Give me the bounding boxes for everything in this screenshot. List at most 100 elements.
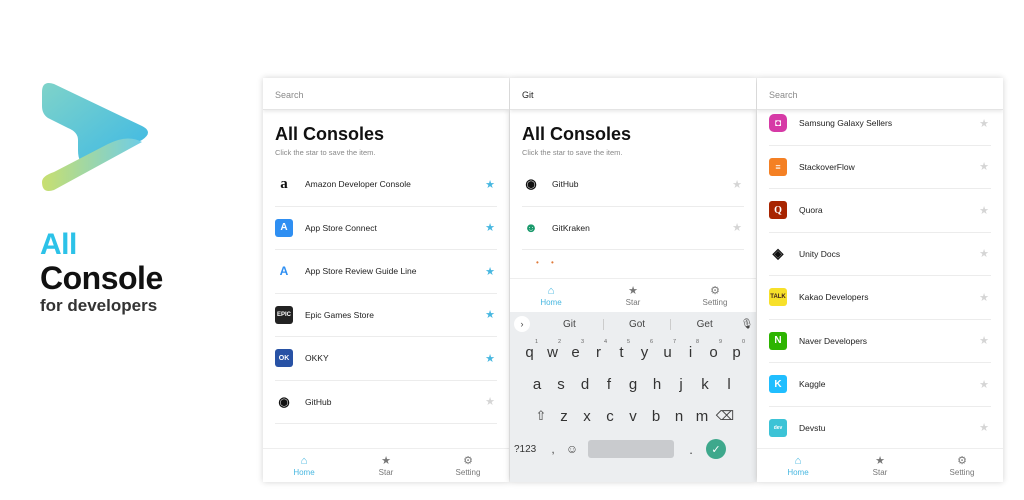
stackoverflow-icon: ≡: [769, 157, 787, 176]
key[interactable]: x: [576, 408, 599, 425]
star-icon[interactable]: ★: [730, 221, 744, 234]
key[interactable]: 5t: [610, 339, 633, 361]
star-icon[interactable]: ★: [977, 421, 991, 434]
tab-star[interactable]: ★ Star: [345, 449, 427, 482]
period-key[interactable]: .: [680, 442, 702, 457]
key[interactable]: z: [553, 408, 576, 425]
key[interactable]: g: [621, 376, 645, 393]
suggestion-word[interactable]: Get: [671, 319, 738, 330]
star-icon[interactable]: ★: [977, 378, 991, 391]
key[interactable]: 6y: [633, 339, 656, 361]
key[interactable]: b: [645, 408, 668, 425]
epic-games-icon: EPIC: [275, 305, 293, 324]
star-icon[interactable]: ★: [483, 178, 497, 191]
star-icon[interactable]: ★: [977, 291, 991, 304]
key[interactable]: a: [525, 376, 549, 393]
list-item[interactable]: K Kaggle ★: [769, 363, 991, 407]
item-name: Amazon Developer Console: [305, 179, 411, 190]
star-icon[interactable]: ★: [483, 221, 497, 234]
key[interactable]: m: [691, 408, 714, 425]
key-label: u: [663, 343, 672, 361]
key[interactable]: v: [622, 408, 645, 425]
backspace-icon[interactable]: ⌫: [714, 408, 737, 424]
tab-label: Home: [787, 467, 809, 477]
key[interactable]: 4r: [587, 339, 610, 361]
key[interactable]: k: [693, 376, 717, 393]
key[interactable]: 2w: [541, 339, 564, 361]
tab-home[interactable]: ⌂ Home: [263, 449, 345, 482]
key[interactable]: n: [668, 408, 691, 425]
key-hint: 3: [580, 338, 584, 345]
key[interactable]: d: [573, 376, 597, 393]
key[interactable]: 8i: [679, 339, 702, 361]
key[interactable]: l: [717, 376, 741, 393]
list-item[interactable]: TALK Kakao Developers ★: [769, 276, 991, 320]
tab-home[interactable]: ⌂ Home: [510, 279, 592, 312]
github-icon: ◉: [525, 176, 537, 192]
list-item[interactable]: A App Store Review Guide Line ★: [275, 250, 497, 294]
suggestion-word[interactable]: Got: [604, 318, 672, 330]
microphone-icon[interactable]: 🎙: [738, 319, 756, 330]
comma-key[interactable]: ,: [544, 442, 562, 456]
list-item[interactable]: EPIC Epic Games Store ★: [275, 294, 497, 337]
tab-star[interactable]: ★ Star: [839, 449, 921, 482]
checkmark-icon[interactable]: ✓: [706, 439, 726, 459]
key[interactable]: 1q: [518, 339, 541, 361]
home-icon: ⌂: [794, 454, 802, 467]
symbols-key[interactable]: ?123: [514, 444, 544, 455]
tab-star[interactable]: ★ Star: [592, 279, 674, 312]
search-input[interactable]: Search: [757, 78, 1003, 110]
key[interactable]: 3e: [564, 339, 587, 361]
star-icon[interactable]: ★: [730, 178, 744, 191]
star-icon[interactable]: ★: [977, 160, 991, 173]
list-item[interactable]: dev Devstu ★: [769, 407, 991, 450]
key[interactable]: s: [549, 376, 573, 393]
item-name: GitKraken: [552, 222, 590, 233]
list-header: All Consoles Click the star to save the …: [510, 110, 756, 163]
list-item[interactable]: Q Quora ★: [769, 189, 991, 233]
promo-canvas: All Console for developers Search All Co…: [0, 0, 1024, 500]
key-hint: 0: [741, 338, 745, 345]
samsung-galaxy-store-icon: ◘: [769, 114, 787, 133]
key[interactable]: 7u: [656, 339, 679, 361]
list-item[interactable]: ◉ GitHub ★: [522, 163, 744, 207]
shift-icon[interactable]: ⇧: [530, 408, 553, 424]
emoji-icon[interactable]: ☺: [562, 442, 582, 456]
suggestion-word[interactable]: Git: [536, 318, 604, 330]
space-bar[interactable]: [588, 440, 674, 458]
tab-setting[interactable]: ⚙ Setting: [921, 449, 1003, 482]
list-item[interactable]: A App Store Connect ★: [275, 207, 497, 250]
list-item[interactable]: N Naver Developers ★: [769, 320, 991, 363]
app-store-icon: A: [275, 218, 293, 237]
star-icon[interactable]: ★: [977, 334, 991, 347]
list-item[interactable]: OK OKKY ★: [275, 337, 497, 381]
key[interactable]: f: [597, 376, 621, 393]
tab-setting[interactable]: ⚙ Setting: [427, 449, 509, 482]
tab-label: Setting: [949, 467, 975, 477]
list-item[interactable]: ☻ GitKraken ★: [522, 207, 744, 250]
tab-home[interactable]: ⌂ Home: [757, 449, 839, 482]
tab-setting[interactable]: ⚙ Setting: [674, 279, 756, 312]
star-icon[interactable]: ★: [483, 265, 497, 278]
star-icon[interactable]: ★: [977, 117, 991, 130]
search-input[interactable]: Git: [510, 78, 756, 110]
naver-icon: N: [769, 331, 787, 350]
key[interactable]: j: [669, 376, 693, 393]
list-item[interactable]: ◈ Unity Docs ★: [769, 233, 991, 276]
key[interactable]: c: [599, 408, 622, 425]
star-icon[interactable]: ★: [483, 352, 497, 365]
key[interactable]: h: [645, 376, 669, 393]
chevron-right-icon[interactable]: ›: [514, 316, 530, 332]
star-icon[interactable]: ★: [977, 204, 991, 217]
list-item[interactable]: ◉ GitHub ★: [275, 381, 497, 424]
star-icon[interactable]: ★: [977, 247, 991, 260]
item-name: Unity Docs: [799, 248, 841, 259]
star-icon[interactable]: ★: [483, 308, 497, 321]
search-input[interactable]: Search: [263, 78, 509, 110]
list-item[interactable]: a Amazon Developer Console ★: [275, 163, 497, 207]
key[interactable]: 0p: [725, 339, 748, 361]
key[interactable]: 9o: [702, 339, 725, 361]
star-icon[interactable]: ★: [483, 395, 497, 408]
item-name: Quora: [799, 205, 823, 216]
list-item[interactable]: ≡ StackoverFlow ★: [769, 146, 991, 189]
